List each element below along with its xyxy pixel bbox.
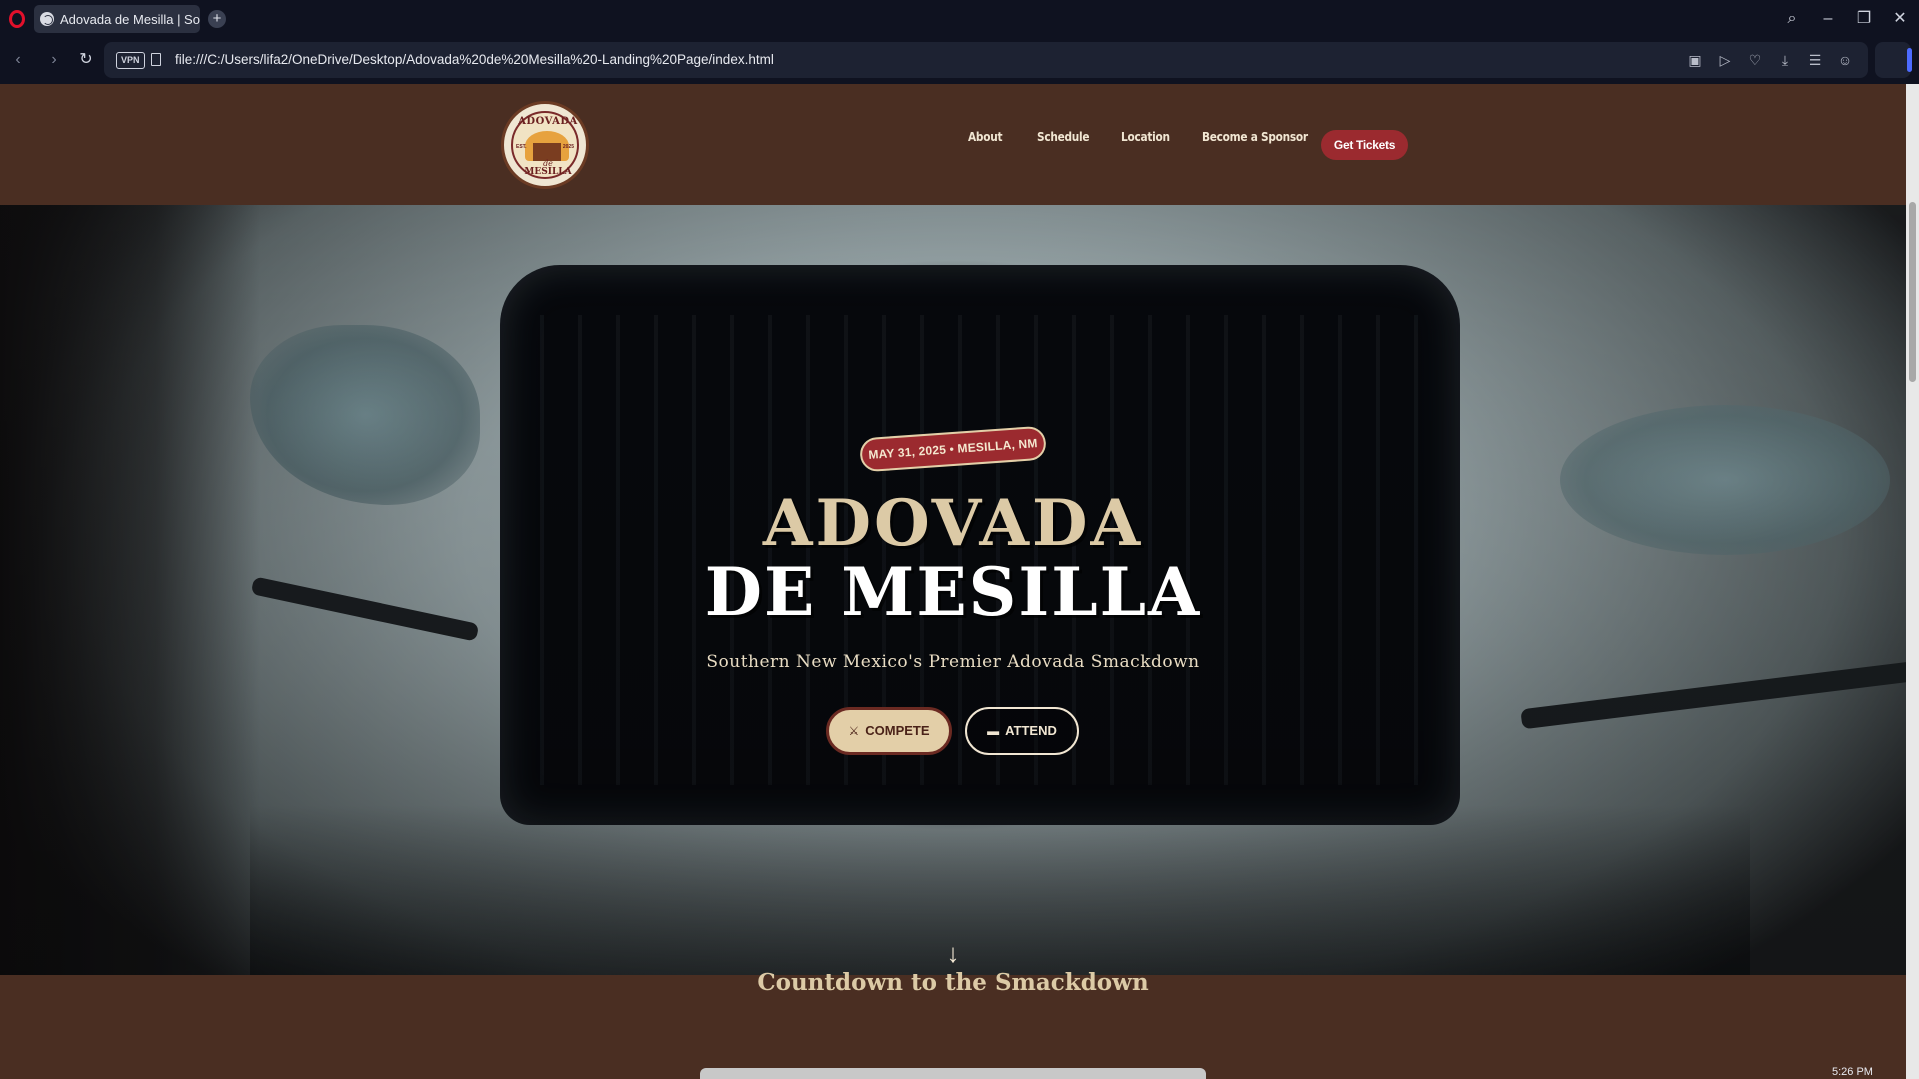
browser-tab-active[interactable]: Adovada de Mesilla | Sout — [34, 5, 200, 33]
compete-label: COMPETE — [865, 723, 930, 738]
logo-year-text: 2025 — [562, 144, 574, 150]
back-button[interactable]: ‹ — [8, 50, 28, 70]
vpn-badge[interactable]: VPN — [116, 52, 145, 69]
nav-schedule[interactable]: Schedule — [1037, 130, 1090, 144]
logo-emblem: ADOVADA EST. 2025 de MESILLA — [511, 111, 579, 179]
url-text[interactable]: file:///C:/Users/lifa2/OneDrive/Desktop/… — [175, 52, 774, 67]
forward-button[interactable]: › — [44, 50, 64, 70]
scrollbar-thumb[interactable] — [1909, 202, 1916, 382]
menu-icon[interactable]: ☰ — [1805, 50, 1825, 70]
countdown-title: Countdown to the Smackdown — [757, 969, 1149, 996]
nav-location[interactable]: Location — [1121, 130, 1170, 144]
scroll-down-arrow-icon[interactable]: ↓ — [940, 938, 966, 968]
hero-title-line2: DE MESILLA — [704, 553, 1202, 631]
get-tickets-button[interactable]: Get Tickets — [1321, 130, 1408, 160]
logo-top-text: ADOVADA — [518, 116, 578, 127]
extensions-button[interactable] — [1875, 42, 1911, 78]
heart-icon[interactable]: ♡ — [1745, 50, 1765, 70]
system-clock: 5:26 PM — [1832, 1066, 1873, 1078]
search-tabs-icon[interactable]: ⌕ — [1780, 8, 1804, 30]
page-scrollbar[interactable] — [1906, 84, 1919, 1079]
sidebar-accent — [1907, 48, 1912, 72]
site-logo[interactable]: ADOVADA EST. 2025 de MESILLA — [501, 101, 589, 189]
browser-titlebar: Adovada de Mesilla | Sout + ⌕ – ❐ ✕ — [0, 0, 1919, 38]
hero-section: MAY 31, 2025 • MESILLA, NM ADOVADA DE ME… — [0, 205, 1906, 975]
utensils-icon: ⚔ — [848, 724, 860, 738]
site-header: ADOVADA EST. 2025 de MESILLA About Sched… — [0, 84, 1906, 205]
attend-button[interactable]: ▬ ATTEND — [965, 707, 1079, 755]
browser-toolbar: ‹ › ↻ VPN file:///C:/Users/lifa2/OneDriv… — [0, 38, 1919, 84]
logo-est-text: EST. — [516, 144, 527, 150]
snapshot-icon[interactable]: ▣ — [1685, 50, 1705, 70]
minimize-window-button[interactable]: – — [1816, 8, 1840, 30]
profile-icon[interactable]: ☺ — [1835, 50, 1855, 70]
tab-favicon-icon — [40, 12, 54, 26]
compete-button[interactable]: ⚔ COMPETE — [826, 707, 952, 755]
nav-become-sponsor[interactable]: Become a Sponsor — [1202, 130, 1308, 144]
close-window-button[interactable]: ✕ — [1888, 8, 1912, 30]
attend-label: ATTEND — [1005, 723, 1057, 738]
new-tab-button[interactable]: + — [208, 10, 226, 28]
tab-title: Adovada de Mesilla | Sout — [60, 11, 200, 27]
hero-title-line1: ADOVADA — [762, 486, 1144, 561]
hero-subtitle: Southern New Mexico's Premier Adovada Sm… — [706, 652, 1200, 672]
logo-bottom-text: MESILLA — [524, 167, 572, 177]
ticket-icon: ▬ — [987, 724, 1000, 738]
reload-button[interactable]: ↻ — [76, 50, 96, 70]
file-icon — [151, 53, 161, 66]
page-viewport: ADOVADA EST. 2025 de MESILLA About Sched… — [0, 84, 1919, 1079]
nav-about[interactable]: About — [968, 130, 1003, 144]
opera-logo-icon[interactable] — [9, 10, 25, 28]
taskbar-preview — [700, 1068, 1206, 1079]
player-icon[interactable]: ▷ — [1715, 50, 1735, 70]
restore-window-button[interactable]: ❐ — [1852, 8, 1876, 30]
download-icon[interactable]: ⤓ — [1775, 50, 1795, 70]
